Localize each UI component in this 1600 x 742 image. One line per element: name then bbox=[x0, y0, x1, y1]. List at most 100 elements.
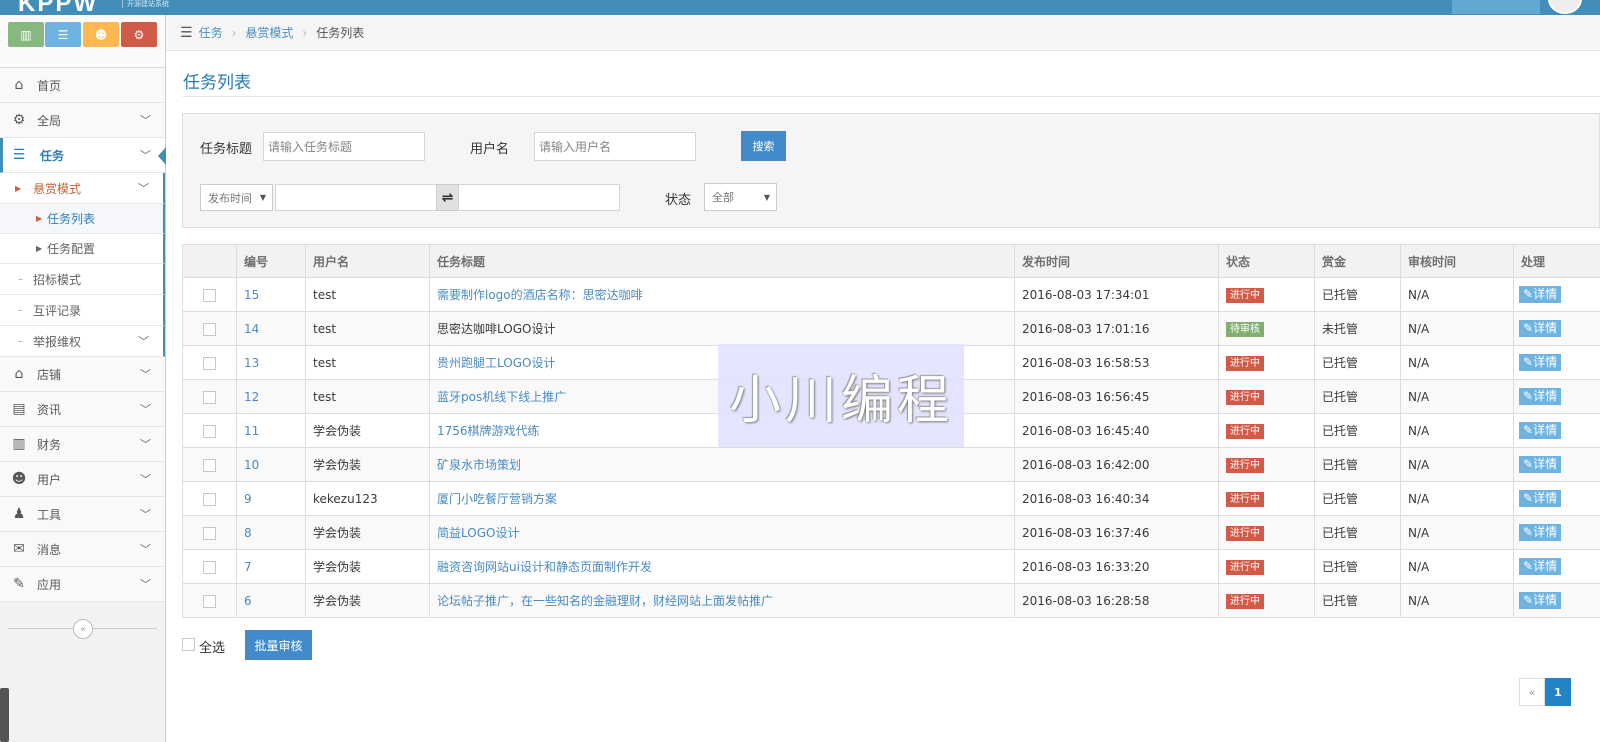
sidebar-item-messages[interactable]: ✉ 消息 ﹀ bbox=[0, 532, 165, 567]
task-id-link[interactable]: 9 bbox=[244, 492, 252, 506]
exchange-icon[interactable]: ⇌ bbox=[436, 184, 459, 211]
time-type-select[interactable]: 发布时间 ▼ bbox=[200, 184, 273, 211]
task-title-link[interactable]: 贵州跑腿工LOGO设计 bbox=[437, 356, 555, 370]
sidebar-item-home[interactable]: ⌂ 首页 bbox=[0, 68, 165, 103]
detail-button[interactable]: ✎详情 bbox=[1519, 456, 1562, 473]
sidebar-item-review-record[interactable]: – 互评记录 bbox=[0, 295, 165, 326]
list-icon[interactable]: ☰ bbox=[45, 22, 81, 47]
column-header-status[interactable]: 状态 bbox=[1218, 244, 1315, 278]
row-user: test bbox=[305, 345, 430, 380]
row-checkbox[interactable] bbox=[203, 560, 216, 574]
search-button[interactable]: 搜索 bbox=[741, 131, 786, 161]
task-title-link[interactable]: 简益LOGO设计 bbox=[437, 526, 519, 540]
sidebar-item-bid-mode[interactable]: – 招标模式 bbox=[0, 264, 165, 295]
row-checkbox[interactable] bbox=[203, 390, 216, 404]
sidebar-item-users[interactable]: ☻ 用户 ﹀ bbox=[0, 462, 165, 497]
task-id-link[interactable]: 7 bbox=[244, 560, 252, 574]
sidebar-item-apps[interactable]: ✎ 应用 ﹀ bbox=[0, 567, 165, 602]
detail-button[interactable]: ✎详情 bbox=[1519, 388, 1562, 405]
task-title-link[interactable]: 1756棋牌游戏代练 bbox=[437, 424, 540, 438]
detail-button[interactable]: ✎详情 bbox=[1519, 490, 1562, 507]
task-id-link[interactable]: 15 bbox=[244, 288, 259, 302]
status-select[interactable]: 全部 ▼ bbox=[704, 183, 777, 211]
sidebar-item-finance[interactable]: ▥ 财务 ﹀ bbox=[0, 427, 165, 462]
pagination-prev[interactable]: « bbox=[1519, 678, 1545, 706]
username-input[interactable]: 请输入用户名 bbox=[534, 132, 696, 161]
task-id-link[interactable]: 12 bbox=[244, 390, 259, 404]
column-header-time[interactable]: 发布时间 bbox=[1014, 244, 1219, 278]
row-checkbox[interactable] bbox=[203, 424, 216, 438]
sidebar-item-global[interactable]: ⚙ 全局 ﹀ bbox=[0, 103, 165, 138]
detail-button[interactable]: ✎详情 bbox=[1519, 320, 1562, 337]
row-select-cell bbox=[182, 583, 237, 618]
detail-button[interactable]: ✎详情 bbox=[1519, 286, 1562, 303]
pagination-page-current[interactable]: 1 bbox=[1545, 678, 1571, 706]
page-title: 任务列表 bbox=[183, 73, 251, 93]
row-time: 2016-08-03 16:45:40 bbox=[1014, 413, 1219, 448]
task-title-input[interactable]: 请输入任务标题 bbox=[263, 132, 425, 161]
sidebar-item-task[interactable]: ☰ 任务 ﹀ bbox=[0, 138, 166, 173]
sidebar-item-report-rights[interactable]: – 举报维权 ﹀ bbox=[0, 326, 165, 357]
row-user: 学会伪装 bbox=[305, 413, 430, 448]
detail-button[interactable]: ✎详情 bbox=[1519, 592, 1562, 609]
column-header-id[interactable]: 编号 bbox=[236, 244, 306, 278]
row-checkbox[interactable] bbox=[203, 492, 216, 506]
batch-review-button[interactable]: 批量审核 bbox=[245, 630, 312, 660]
sidebar-item-task-config[interactable]: ▶ 任务配置 bbox=[0, 234, 165, 264]
top-user-menu[interactable] bbox=[1452, 0, 1540, 14]
sidebar-item-tools[interactable]: ♟ 工具 ﹀ bbox=[0, 497, 165, 532]
row-checkbox[interactable] bbox=[203, 322, 216, 336]
column-header-user[interactable]: 用户名 bbox=[305, 244, 430, 278]
users-icon[interactable]: ☻ bbox=[83, 22, 119, 47]
sidebar-item-news[interactable]: ▤ 资讯 ﹀ bbox=[0, 392, 165, 427]
sidebar-item-task-list[interactable]: ▶ 任务列表 bbox=[0, 204, 165, 234]
breadcrumb-item-task[interactable]: 任务 bbox=[199, 24, 223, 41]
task-title-link[interactable]: 蓝牙pos机线下线上推广 bbox=[437, 390, 566, 404]
edit-icon: ✎ bbox=[1523, 491, 1534, 505]
collapse-icon[interactable]: « bbox=[73, 619, 93, 639]
row-user: test bbox=[305, 277, 430, 312]
task-title-link[interactable]: 论坛帖子推广，在一些知名的金融理财，财经网站上面发帖推广 bbox=[437, 594, 773, 608]
chart-icon[interactable]: ▥ bbox=[8, 22, 44, 47]
end-time-input[interactable] bbox=[458, 184, 620, 211]
start-time-input[interactable] bbox=[275, 184, 437, 211]
detail-button-label: 详情 bbox=[1533, 491, 1558, 505]
task-id-link[interactable]: 13 bbox=[244, 356, 259, 370]
task-id-link[interactable]: 14 bbox=[244, 322, 259, 336]
task-id-link[interactable]: 11 bbox=[244, 424, 259, 438]
edit-icon: ✎ bbox=[1523, 423, 1534, 437]
task-title-link[interactable]: 厦门小吃餐厅营销方案 bbox=[437, 492, 557, 506]
task-id-link[interactable]: 6 bbox=[244, 594, 252, 608]
column-header-review-time[interactable]: 审核时间 bbox=[1400, 244, 1514, 278]
row-title-cell: 厦门小吃餐厅营销方案 bbox=[429, 481, 1015, 516]
status-value: 全部 bbox=[712, 191, 734, 204]
table-row: 7 学会伪装 融资咨询网站ui设计和静态页面制作开发 2016-08-03 16:33… bbox=[182, 549, 1600, 584]
settings-icon[interactable]: ⚙ bbox=[121, 22, 157, 47]
task-title-link[interactable]: 需要制作logo的酒店名称：思密达咖啡 bbox=[437, 288, 643, 302]
detail-button[interactable]: ✎详情 bbox=[1519, 558, 1562, 575]
row-checkbox[interactable] bbox=[203, 288, 216, 302]
row-checkbox[interactable] bbox=[203, 458, 216, 472]
floating-widget[interactable] bbox=[0, 688, 9, 742]
select-all-checkbox[interactable] bbox=[182, 638, 195, 651]
table-row: 14 test 思密达咖啡LOGO设计 2016-08-03 17:01:16 待审核 未… bbox=[182, 311, 1600, 346]
table-row: 10 学会伪装 矿泉水市场策划 2016-08-03 16:42:00 进行中 已托管 N/… bbox=[182, 447, 1600, 482]
sidebar-item-shop[interactable]: ⌂ 店铺 ﹀ bbox=[0, 357, 165, 392]
column-header-reward[interactable]: 赏金 bbox=[1314, 244, 1401, 278]
detail-button[interactable]: ✎详情 bbox=[1519, 422, 1562, 439]
task-id-link[interactable]: 10 bbox=[244, 458, 259, 472]
row-checkbox[interactable] bbox=[203, 526, 216, 540]
detail-button[interactable]: ✎详情 bbox=[1519, 354, 1562, 371]
task-title-link[interactable]: 矿泉水市场策划 bbox=[437, 458, 521, 472]
row-user: 学会伪装 bbox=[305, 447, 430, 482]
column-header-title[interactable]: 任务标题 bbox=[429, 244, 1015, 278]
row-select-cell bbox=[182, 549, 237, 584]
detail-button[interactable]: ✎详情 bbox=[1519, 524, 1562, 541]
row-checkbox[interactable] bbox=[203, 594, 216, 608]
task-id-link[interactable]: 8 bbox=[244, 526, 252, 540]
avatar[interactable] bbox=[1548, 0, 1582, 14]
task-title-link[interactable]: 融资咨询网站ui设计和静态页面制作开发 bbox=[437, 560, 652, 574]
breadcrumb-item-reward-mode[interactable]: 悬赏模式 bbox=[245, 24, 293, 41]
row-checkbox[interactable] bbox=[203, 356, 216, 370]
sidebar-item-reward-mode[interactable]: ▶ 悬赏模式 ﹀ bbox=[0, 173, 165, 204]
